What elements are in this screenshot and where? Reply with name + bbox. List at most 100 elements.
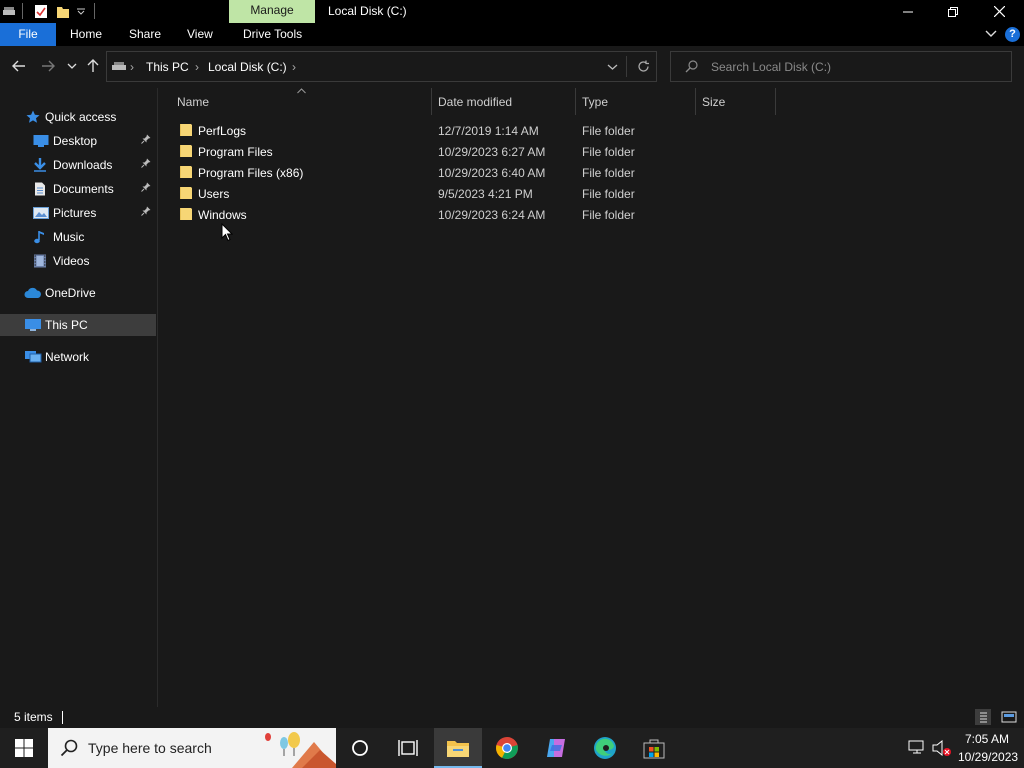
column-header-size[interactable]: Size	[702, 95, 725, 109]
tab-share[interactable]: Share	[129, 23, 161, 46]
window-title: Local Disk (C:)	[328, 4, 407, 18]
table-row[interactable]: Windows 10/29/2023 6:24 AM File folder	[176, 204, 776, 225]
sidebar-item-videos[interactable]: Videos	[0, 250, 156, 272]
minimize-button[interactable]	[885, 0, 931, 23]
arrow-left-icon	[12, 60, 25, 72]
column-header-name[interactable]: Name	[177, 95, 209, 109]
file-date: 10/29/2023 6:27 AM	[438, 145, 546, 159]
chevron-down-icon	[985, 30, 997, 37]
sidebar-item-desktop[interactable]: Desktop	[0, 130, 156, 152]
network-icon	[24, 350, 42, 364]
chevron-down-icon	[607, 64, 618, 70]
sidebar-item-label: OneDrive	[45, 286, 96, 300]
cortana-button[interactable]	[336, 728, 384, 768]
new-folder-icon[interactable]	[56, 4, 70, 19]
search-icon	[685, 60, 698, 73]
taskbar-file-explorer[interactable]	[434, 728, 482, 768]
music-note-icon	[33, 230, 49, 244]
column-divider[interactable]	[695, 88, 696, 115]
column-divider[interactable]	[775, 88, 776, 115]
file-name[interactable]: Users	[198, 187, 229, 201]
drive-icon[interactable]	[2, 4, 16, 19]
customize-qat-icon[interactable]	[76, 6, 86, 21]
up-button[interactable]	[83, 56, 103, 76]
file-type: File folder	[582, 187, 635, 201]
folder-icon	[180, 144, 192, 158]
taskbar-search-box[interactable]: Type here to search	[48, 728, 336, 768]
taskbar-chrome[interactable]	[483, 728, 531, 768]
column-divider[interactable]	[431, 88, 432, 115]
help-icon[interactable]: ?	[1005, 27, 1020, 42]
qat-divider	[94, 3, 95, 19]
table-row[interactable]: Program Files 10/29/2023 6:27 AM File fo…	[176, 141, 776, 162]
sidebar-item-this-pc[interactable]: This PC	[0, 314, 156, 336]
breadcrumb-this-pc[interactable]: This PC	[146, 60, 189, 74]
start-button[interactable]	[0, 728, 48, 768]
file-date: 12/7/2019 1:14 AM	[438, 124, 539, 138]
file-list: Name Date modified Type Size PerfLogs 12…	[158, 88, 1024, 707]
search-input[interactable]: Search Local Disk (C:)	[711, 60, 831, 74]
volume-muted-icon[interactable]	[932, 740, 952, 756]
close-button[interactable]	[976, 0, 1022, 23]
address-bar[interactable]: › This PC › Local Disk (C:) ›	[106, 51, 657, 82]
windows-logo-icon	[15, 739, 33, 757]
taskbar-edge[interactable]	[581, 728, 629, 768]
sidebar-item-onedrive[interactable]: OneDrive	[0, 282, 156, 304]
breadcrumb-local-disk[interactable]: Local Disk (C:)	[208, 60, 287, 74]
tab-file[interactable]: File	[0, 23, 56, 46]
edge-icon	[594, 737, 616, 759]
file-name[interactable]: Windows	[198, 208, 247, 222]
taskbar-store[interactable]	[630, 728, 678, 768]
table-row[interactable]: Users 9/5/2023 4:21 PM File folder	[176, 183, 776, 204]
sidebar-item-pictures[interactable]: Pictures	[0, 202, 156, 224]
file-date: 10/29/2023 6:24 AM	[438, 208, 546, 222]
taskbar: Type here to search 7:05 AM 10/29/2023	[0, 728, 1024, 768]
address-history-button[interactable]	[607, 63, 618, 71]
large-icons-view-button[interactable]	[1000, 709, 1018, 725]
tab-home[interactable]: Home	[70, 23, 102, 46]
navigation-bar: › This PC › Local Disk (C:) › Search Loc…	[0, 46, 1024, 88]
taskbar-copilot[interactable]	[532, 728, 580, 768]
manage-context-tab[interactable]: Manage	[229, 0, 315, 23]
details-view-button[interactable]	[975, 709, 991, 725]
file-name[interactable]: Program Files (x86)	[198, 166, 303, 180]
forward-button[interactable]	[38, 56, 58, 76]
sidebar-item-network[interactable]: Network	[0, 346, 156, 368]
column-divider[interactable]	[575, 88, 576, 115]
large-icons-view-icon	[1001, 711, 1017, 723]
arrow-right-icon	[42, 60, 55, 72]
tab-view[interactable]: View	[187, 23, 213, 46]
refresh-button[interactable]	[637, 60, 650, 73]
pin-icon	[141, 158, 151, 168]
search-box[interactable]: Search Local Disk (C:)	[670, 51, 1012, 82]
expand-ribbon-button[interactable]	[985, 29, 997, 39]
column-header-date[interactable]: Date modified	[438, 95, 512, 109]
properties-icon[interactable]	[34, 4, 48, 19]
clock-date[interactable]: 10/29/2023	[958, 750, 1018, 764]
mouse-cursor-icon	[221, 223, 233, 242]
file-name[interactable]: Program Files	[198, 145, 273, 159]
file-name[interactable]: PerfLogs	[198, 124, 246, 138]
breadcrumb-separator[interactable]: ›	[292, 60, 296, 74]
download-arrow-icon	[33, 158, 49, 172]
file-type: File folder	[582, 124, 635, 138]
task-view-button[interactable]	[384, 728, 432, 768]
recent-locations-button[interactable]	[62, 56, 82, 76]
network-status-icon[interactable]	[908, 740, 926, 756]
refresh-icon	[638, 60, 649, 72]
sidebar-item-documents[interactable]: Documents	[0, 178, 156, 200]
sidebar-item-music[interactable]: Music	[0, 226, 156, 248]
column-header-type[interactable]: Type	[582, 95, 608, 109]
tab-drive-tools[interactable]: Drive Tools	[243, 23, 302, 46]
back-button[interactable]	[9, 56, 29, 76]
taskbar-search-input[interactable]: Type here to search	[88, 740, 212, 756]
clock-time[interactable]: 7:05 AM	[965, 732, 1009, 746]
breadcrumb-separator[interactable]: ›	[195, 60, 199, 74]
table-row[interactable]: Program Files (x86) 10/29/2023 6:40 AM F…	[176, 162, 776, 183]
table-row[interactable]: PerfLogs 12/7/2019 1:14 AM File folder	[176, 120, 776, 141]
sidebar-item-quick-access[interactable]: Quick access	[0, 106, 156, 128]
restore-button[interactable]	[930, 0, 976, 23]
sidebar-item-downloads[interactable]: Downloads	[0, 154, 156, 176]
minimize-icon	[903, 11, 913, 12]
breadcrumb-separator[interactable]: ›	[130, 60, 134, 74]
